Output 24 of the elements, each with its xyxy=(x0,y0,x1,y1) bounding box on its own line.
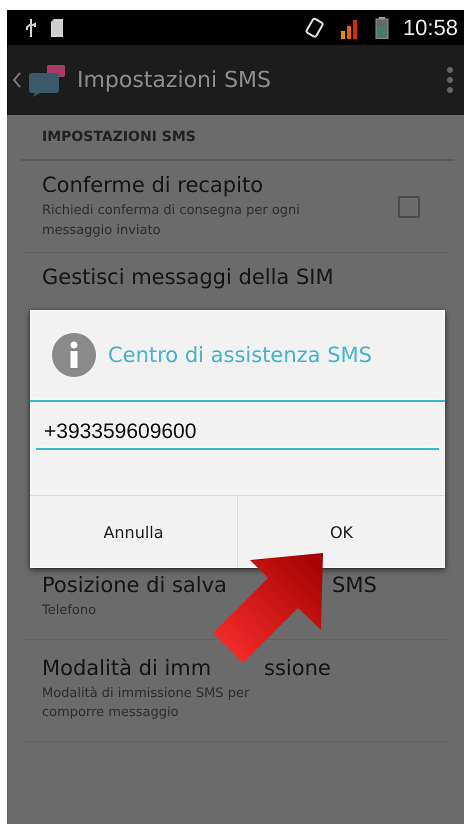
back-icon[interactable] xyxy=(13,72,21,88)
section-header: IMPOSTAZIONI SMS xyxy=(21,115,454,161)
setting-title[interactable]: Conferme di recapito xyxy=(42,173,398,197)
sd-card-icon xyxy=(51,18,63,36)
battery-icon xyxy=(374,16,389,38)
status-time: 10:58 xyxy=(402,14,458,40)
setting-title[interactable]: Gestisci messaggi della SIM xyxy=(42,265,334,289)
screen-rotation-icon xyxy=(304,16,325,38)
setting-description: Modalità di immissione SMS per comporre messaggio xyxy=(42,684,250,722)
screen-title: Impostazioni SMS xyxy=(77,68,272,92)
checkbox[interactable] xyxy=(398,196,420,218)
setting-title[interactable]: Modalità di imm xyxy=(42,656,264,680)
setting-title[interactable]: Posizione di salva xyxy=(42,573,332,597)
usb-icon xyxy=(25,18,37,38)
setting-title[interactable]: ssione xyxy=(264,656,331,680)
dialog-button[interactable]: Annulla xyxy=(30,496,237,568)
setting-description: Richiedi conferma di consegna per ogni messaggio inviato xyxy=(42,202,301,240)
input-field[interactable]: +393359609600 xyxy=(36,416,439,450)
setting-title[interactable]: SMS xyxy=(332,573,377,597)
setting-description: Telefono xyxy=(42,602,98,620)
overflow-menu-icon[interactable] xyxy=(446,66,454,94)
chat-bubbles-icon[interactable] xyxy=(27,63,67,97)
dialog-title: Centro di assistenza SMS xyxy=(108,343,372,367)
info-icon xyxy=(52,333,96,377)
